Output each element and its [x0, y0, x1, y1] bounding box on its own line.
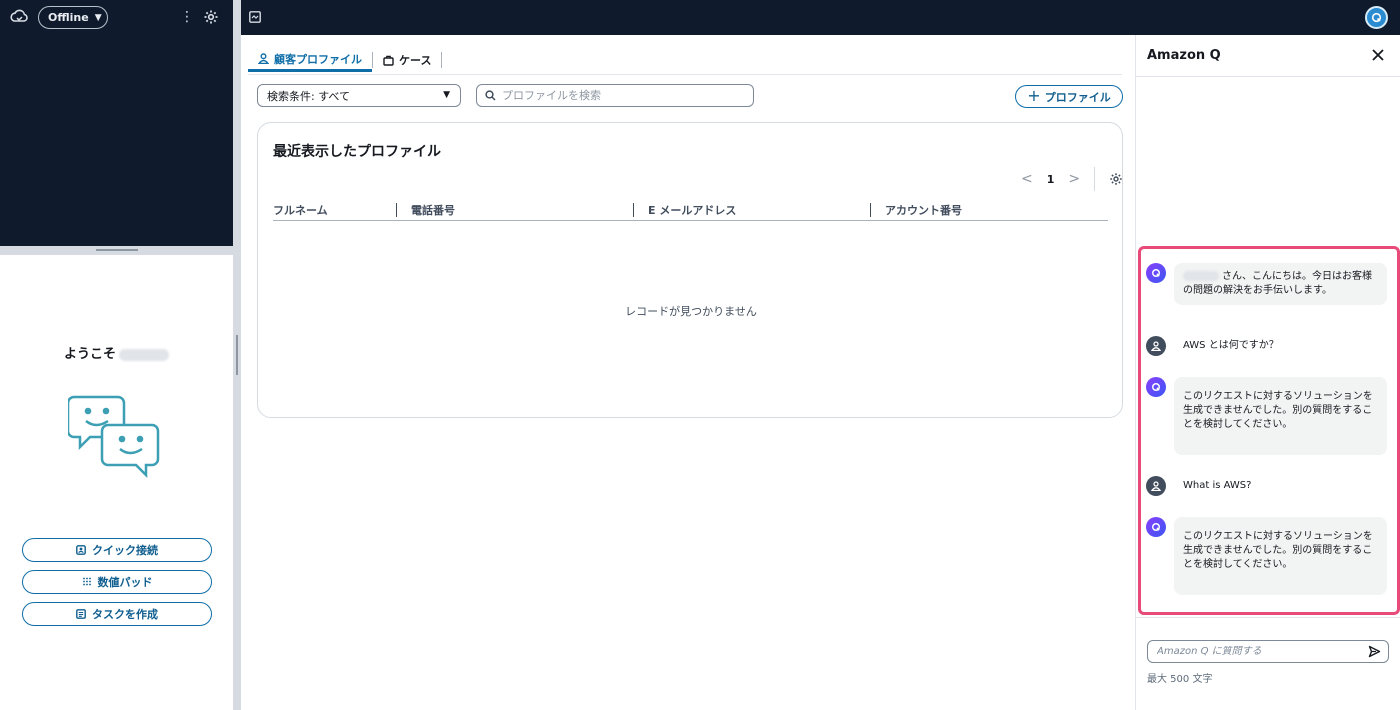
send-icon[interactable] — [1368, 645, 1381, 658]
more-vertical-icon[interactable]: ⋮ — [180, 9, 194, 25]
person-icon — [258, 53, 269, 64]
cloud-sync-icon[interactable] — [10, 9, 28, 25]
softphone-toolbar: Offline ▼ ⋮ — [0, 0, 233, 35]
recent-profiles-card: 最近表示したプロファイル < 1 > フルネーム 電話番号 E メールアドレス … — [257, 122, 1123, 418]
redacted-username — [119, 348, 169, 361]
tabs-divider-line — [248, 74, 1122, 75]
tab-customer-profile-label: 顧客プロファイル — [274, 52, 362, 66]
column-email-label: E メールアドレス — [648, 203, 737, 217]
profile-search-box[interactable] — [476, 84, 754, 107]
column-full-name-label: フルネーム — [273, 203, 328, 217]
card-title: 最近表示したプロファイル — [273, 144, 441, 160]
profile-search-input[interactable] — [502, 89, 742, 102]
quick-connect-label: クイック接続 — [92, 544, 158, 557]
briefcase-icon — [383, 55, 394, 66]
numpad-button[interactable]: 数値パッド — [22, 570, 212, 594]
current-page-number[interactable]: 1 — [1047, 173, 1055, 186]
chevron-right-icon[interactable]: > — [1068, 171, 1080, 187]
chevron-left-icon[interactable]: < — [1021, 171, 1033, 187]
empty-table-message: レコードが見つかりません — [625, 305, 757, 318]
welcome-text: ようこそ — [0, 343, 233, 362]
user-avatar-icon — [1146, 476, 1166, 496]
chevron-down-icon: ▼ — [94, 12, 102, 23]
amazon-q-input-box[interactable] — [1147, 640, 1389, 663]
column-full-name[interactable]: フルネーム — [273, 199, 396, 220]
resize-grip — [236, 335, 238, 375]
amazon-q-panel: Amazon Q さん、こんにちは。今日はお客様の問題の解決をお手伝いします。 … — [1135, 35, 1400, 710]
column-email[interactable]: E メールアドレス — [633, 199, 870, 220]
message-bubble: このリクエストに対するソリューションを生成できませんでした。別の質問をすることを… — [1174, 517, 1387, 595]
agent-status-label: Offline — [48, 11, 89, 24]
message-text: What is AWS? — [1183, 480, 1252, 491]
add-profile-label: プロファイル — [1044, 90, 1111, 104]
chat-message-assistant: このリクエストに対するソリューションを生成できませんでした。別の質問をすることを… — [1146, 377, 1391, 455]
dialpad-icon — [82, 577, 91, 586]
chat-message-assistant: このリクエストに対するソリューションを生成できませんでした。別の質問をすることを… — [1146, 517, 1391, 595]
message-bubble: このリクエストに対するソリューションを生成できませんでした。別の質問をすることを… — [1174, 377, 1387, 455]
message-text: このリクエストに対するソリューションを生成できませんでした。別の質問をすることを… — [1183, 531, 1373, 570]
column-account-label: アカウント番号 — [885, 203, 962, 217]
table-header: フルネーム 電話番号 E メールアドレス アカウント番号 — [273, 199, 1108, 221]
create-task-label: タスクを作成 — [92, 608, 158, 621]
plus-icon: + — [1027, 85, 1041, 105]
close-icon[interactable] — [1370, 47, 1386, 63]
search-filter-select[interactable]: 検索条件: すべて ▼ — [257, 84, 461, 107]
task-list-icon — [76, 609, 86, 619]
user-avatar-icon — [1146, 336, 1166, 356]
redacted-username — [1183, 271, 1219, 281]
message-bubble: さん、こんにちは。今日はお客様の問題の解決をお手伝いします。 — [1174, 263, 1387, 305]
numpad-label: 数値パッド — [97, 576, 153, 589]
tab-customer-profile[interactable]: 顧客プロファイル — [248, 48, 372, 72]
tab-cases-label: ケース — [399, 54, 432, 67]
softphone-panel: Offline ▼ ⋮ — [0, 0, 233, 246]
amazon-q-input[interactable] — [1157, 646, 1362, 657]
panel-toggle-icon[interactable] — [249, 11, 261, 23]
vertical-resize-handle[interactable] — [233, 0, 241, 710]
column-separator — [870, 202, 871, 217]
chat-footer-divider — [1136, 617, 1400, 618]
amazon-q-avatar-icon — [1146, 377, 1166, 397]
add-profile-button[interactable]: + プロファイル — [1015, 85, 1123, 108]
search-icon — [485, 90, 496, 101]
resize-grip — [96, 249, 138, 251]
message-text: AWS とは何ですか？ — [1183, 340, 1279, 351]
column-account[interactable]: アカウント番号 — [870, 199, 1070, 220]
amazon-q-logo-icon — [1371, 12, 1382, 23]
amazon-q-header: Amazon Q — [1136, 35, 1400, 77]
chat-message-user: What is AWS? — [1146, 476, 1391, 496]
tab-divider — [441, 52, 443, 68]
search-filter-value: 検索条件: すべて — [267, 89, 350, 103]
message-text: このリクエストに対するソリューションを生成できませんでした。別の質問をすることを… — [1183, 391, 1373, 430]
pagination: < 1 > — [1021, 167, 1123, 191]
column-separator — [633, 202, 634, 217]
quick-connect-button[interactable]: クイック接続 — [22, 538, 212, 562]
settings-gear-icon[interactable] — [203, 9, 219, 25]
table-settings-gear-icon[interactable] — [1109, 172, 1123, 186]
amazon-q-avatar-icon — [1146, 263, 1166, 283]
column-phone[interactable]: 電話番号 — [396, 199, 633, 220]
welcome-label: ようこそ — [63, 347, 116, 362]
column-separator — [396, 202, 397, 217]
amazon-q-avatar-icon — [1146, 517, 1166, 537]
agent-status-dropdown[interactable]: Offline ▼ — [38, 6, 108, 29]
welcome-panel: ようこそ クイック接続 数値パッド タスクを作成 — [0, 255, 233, 710]
customer-profiles-workspace: 顧客プロファイル ケース 検索条件: すべて ▼ + プロファイル 最近表示した… — [241, 35, 1135, 710]
amazon-q-title: Amazon Q — [1147, 48, 1221, 63]
chat-message-assistant: さん、こんにちは。今日はお客様の問題の解決をお手伝いします。 — [1146, 263, 1391, 305]
app-header — [241, 0, 1400, 35]
pager-divider — [1094, 167, 1096, 191]
character-limit-text: 最大 500 文字 — [1147, 674, 1213, 685]
caret-down-icon: ▼ — [443, 90, 450, 100]
tab-cases[interactable]: ケース — [373, 48, 441, 72]
chat-bots-illustration — [68, 395, 160, 479]
create-task-button[interactable]: タスクを作成 — [22, 602, 212, 626]
chat-message-user: AWS とは何ですか？ — [1146, 336, 1391, 356]
workspace-tabs: 顧客プロファイル ケース — [248, 48, 443, 74]
horizontal-resize-handle[interactable] — [0, 246, 233, 255]
column-phone-label: 電話番号 — [411, 203, 455, 217]
contact-card-icon — [76, 545, 86, 555]
amazon-q-toggle-button[interactable] — [1365, 6, 1388, 29]
